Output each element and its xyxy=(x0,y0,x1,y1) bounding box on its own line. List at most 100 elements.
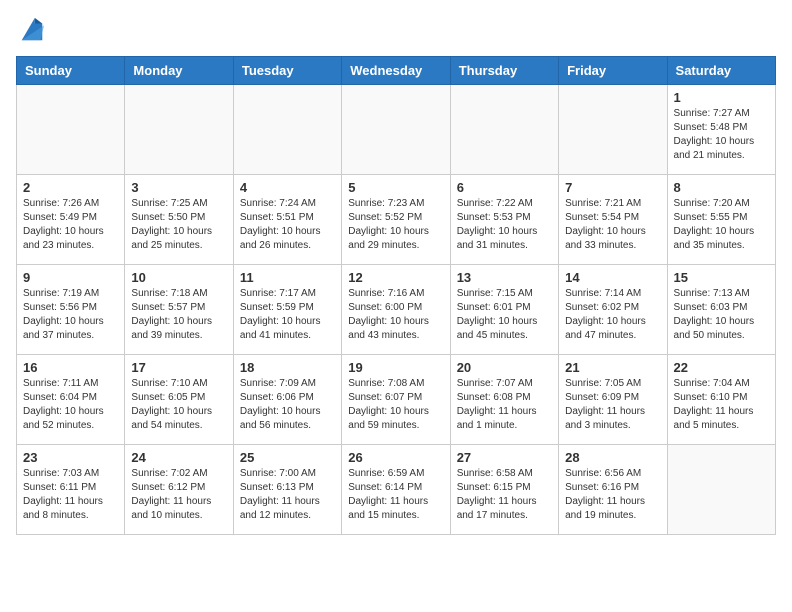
day-info: Sunrise: 7:05 AM Sunset: 6:09 PM Dayligh… xyxy=(565,377,660,433)
calendar-cell: 8 Sunrise: 7:20 AM Sunset: 5:55 PM Daylig… xyxy=(667,175,775,265)
calendar-cell: 16 Sunrise: 7:11 AM Sunset: 6:04 PM Dayli… xyxy=(17,355,125,445)
day-info: Sunrise: 7:10 AM Sunset: 6:05 PM Dayligh… xyxy=(131,377,226,433)
logo-icon xyxy=(18,16,46,44)
day-number: 28 xyxy=(565,450,660,465)
day-info: Sunrise: 7:17 AM Sunset: 5:59 PM Dayligh… xyxy=(240,287,335,343)
calendar-cell: 11 Sunrise: 7:17 AM Sunset: 5:59 PM Dayli… xyxy=(233,265,341,355)
day-number: 24 xyxy=(131,450,226,465)
day-number: 25 xyxy=(240,450,335,465)
calendar-cell: 19 Sunrise: 7:08 AM Sunset: 6:07 PM Dayli… xyxy=(342,355,450,445)
calendar-header-row: Sunday Monday Tuesday Wednesday Thursday… xyxy=(17,57,776,85)
page-header xyxy=(16,16,776,48)
calendar-cell: 1 Sunrise: 7:27 AM Sunset: 5:48 PM Daylig… xyxy=(667,85,775,175)
calendar-cell: 13Sunrise: 7:15 AM Sunset: 6:01 PM Dayli… xyxy=(450,265,558,355)
day-number: 22 xyxy=(674,360,769,375)
day-number: 10 xyxy=(131,270,226,285)
calendar-week-row: 2 Sunrise: 7:26 AM Sunset: 5:49 PM Daylig… xyxy=(17,175,776,265)
day-info: Sunrise: 7:14 AM Sunset: 6:02 PM Dayligh… xyxy=(565,287,660,343)
calendar-cell: 2 Sunrise: 7:26 AM Sunset: 5:49 PM Daylig… xyxy=(17,175,125,265)
calendar-cell: 14Sunrise: 7:14 AM Sunset: 6:02 PM Dayli… xyxy=(559,265,667,355)
header-monday: Monday xyxy=(125,57,233,85)
day-number: 19 xyxy=(348,360,443,375)
day-number: 3 xyxy=(131,180,226,195)
calendar-cell: 7 Sunrise: 7:21 AM Sunset: 5:54 PM Daylig… xyxy=(559,175,667,265)
calendar-cell xyxy=(17,85,125,175)
day-info: Sunrise: 7:13 AM Sunset: 6:03 PM Dayligh… xyxy=(674,287,769,343)
calendar-week-row: 1 Sunrise: 7:27 AM Sunset: 5:48 PM Daylig… xyxy=(17,85,776,175)
calendar-cell xyxy=(125,85,233,175)
day-info: Sunrise: 6:56 AM Sunset: 6:16 PM Dayligh… xyxy=(565,467,660,523)
day-info: Sunrise: 6:59 AM Sunset: 6:14 PM Dayligh… xyxy=(348,467,443,523)
day-info: Sunrise: 7:16 AM Sunset: 6:00 PM Dayligh… xyxy=(348,287,443,343)
calendar-cell: 23Sunrise: 7:03 AM Sunset: 6:11 PM Dayli… xyxy=(17,445,125,535)
day-number: 12 xyxy=(348,270,443,285)
day-number: 27 xyxy=(457,450,552,465)
calendar-week-row: 9Sunrise: 7:19 AM Sunset: 5:56 PM Daylig… xyxy=(17,265,776,355)
day-number: 13 xyxy=(457,270,552,285)
day-info: Sunrise: 7:08 AM Sunset: 6:07 PM Dayligh… xyxy=(348,377,443,433)
day-number: 11 xyxy=(240,270,335,285)
day-number: 21 xyxy=(565,360,660,375)
day-number: 4 xyxy=(240,180,335,195)
calendar-cell: 22 Sunrise: 7:04 AM Sunset: 6:10 PM Dayli… xyxy=(667,355,775,445)
calendar-cell: 12 Sunrise: 7:16 AM Sunset: 6:00 PM Dayli… xyxy=(342,265,450,355)
calendar-cell: 9Sunrise: 7:19 AM Sunset: 5:56 PM Daylig… xyxy=(17,265,125,355)
day-number: 8 xyxy=(674,180,769,195)
day-number: 20 xyxy=(457,360,552,375)
calendar-cell: 10 Sunrise: 7:18 AM Sunset: 5:57 PM Dayli… xyxy=(125,265,233,355)
day-info: Sunrise: 7:27 AM Sunset: 5:48 PM Dayligh… xyxy=(674,107,769,163)
day-number: 2 xyxy=(23,180,118,195)
calendar-cell: 15 Sunrise: 7:13 AM Sunset: 6:03 PM Dayli… xyxy=(667,265,775,355)
day-number: 7 xyxy=(565,180,660,195)
header-wednesday: Wednesday xyxy=(342,57,450,85)
day-info: Sunrise: 6:58 AM Sunset: 6:15 PM Dayligh… xyxy=(457,467,552,523)
day-number: 6 xyxy=(457,180,552,195)
calendar-cell xyxy=(559,85,667,175)
day-info: Sunrise: 7:04 AM Sunset: 6:10 PM Dayligh… xyxy=(674,377,769,433)
calendar-cell: 27 Sunrise: 6:58 AM Sunset: 6:15 PM Dayli… xyxy=(450,445,558,535)
day-info: Sunrise: 7:20 AM Sunset: 5:55 PM Dayligh… xyxy=(674,197,769,253)
calendar-week-row: 16 Sunrise: 7:11 AM Sunset: 6:04 PM Dayli… xyxy=(17,355,776,445)
calendar-cell xyxy=(342,85,450,175)
day-info: Sunrise: 7:25 AM Sunset: 5:50 PM Dayligh… xyxy=(131,197,226,253)
day-info: Sunrise: 7:23 AM Sunset: 5:52 PM Dayligh… xyxy=(348,197,443,253)
calendar-cell: 6 Sunrise: 7:22 AM Sunset: 5:53 PM Daylig… xyxy=(450,175,558,265)
calendar-cell: 5 Sunrise: 7:23 AM Sunset: 5:52 PM Daylig… xyxy=(342,175,450,265)
day-info: Sunrise: 7:07 AM Sunset: 6:08 PM Dayligh… xyxy=(457,377,552,433)
day-info: Sunrise: 7:00 AM Sunset: 6:13 PM Dayligh… xyxy=(240,467,335,523)
header-friday: Friday xyxy=(559,57,667,85)
day-info: Sunrise: 7:18 AM Sunset: 5:57 PM Dayligh… xyxy=(131,287,226,343)
day-number: 16 xyxy=(23,360,118,375)
day-number: 5 xyxy=(348,180,443,195)
day-info: Sunrise: 7:21 AM Sunset: 5:54 PM Dayligh… xyxy=(565,197,660,253)
calendar-week-row: 23Sunrise: 7:03 AM Sunset: 6:11 PM Dayli… xyxy=(17,445,776,535)
header-thursday: Thursday xyxy=(450,57,558,85)
header-tuesday: Tuesday xyxy=(233,57,341,85)
day-info: Sunrise: 7:02 AM Sunset: 6:12 PM Dayligh… xyxy=(131,467,226,523)
day-number: 15 xyxy=(674,270,769,285)
header-sunday: Sunday xyxy=(17,57,125,85)
calendar-table: Sunday Monday Tuesday Wednesday Thursday… xyxy=(16,56,776,535)
day-number: 26 xyxy=(348,450,443,465)
logo xyxy=(16,16,46,48)
day-number: 18 xyxy=(240,360,335,375)
calendar-cell: 18 Sunrise: 7:09 AM Sunset: 6:06 PM Dayli… xyxy=(233,355,341,445)
calendar-cell: 28 Sunrise: 6:56 AM Sunset: 6:16 PM Dayli… xyxy=(559,445,667,535)
calendar-cell: 21 Sunrise: 7:05 AM Sunset: 6:09 PM Dayli… xyxy=(559,355,667,445)
calendar-cell: 26 Sunrise: 6:59 AM Sunset: 6:14 PM Dayli… xyxy=(342,445,450,535)
calendar-cell xyxy=(233,85,341,175)
calendar-cell: 4 Sunrise: 7:24 AM Sunset: 5:51 PM Daylig… xyxy=(233,175,341,265)
day-number: 1 xyxy=(674,90,769,105)
day-info: Sunrise: 7:24 AM Sunset: 5:51 PM Dayligh… xyxy=(240,197,335,253)
day-info: Sunrise: 7:09 AM Sunset: 6:06 PM Dayligh… xyxy=(240,377,335,433)
calendar-cell: 3 Sunrise: 7:25 AM Sunset: 5:50 PM Daylig… xyxy=(125,175,233,265)
day-info: Sunrise: 7:19 AM Sunset: 5:56 PM Dayligh… xyxy=(23,287,118,343)
day-number: 17 xyxy=(131,360,226,375)
calendar-cell: 25 Sunrise: 7:00 AM Sunset: 6:13 PM Dayli… xyxy=(233,445,341,535)
day-info: Sunrise: 7:26 AM Sunset: 5:49 PM Dayligh… xyxy=(23,197,118,253)
calendar-cell xyxy=(450,85,558,175)
day-info: Sunrise: 7:11 AM Sunset: 6:04 PM Dayligh… xyxy=(23,377,118,433)
calendar-cell xyxy=(667,445,775,535)
day-info: Sunrise: 7:22 AM Sunset: 5:53 PM Dayligh… xyxy=(457,197,552,253)
day-number: 23 xyxy=(23,450,118,465)
